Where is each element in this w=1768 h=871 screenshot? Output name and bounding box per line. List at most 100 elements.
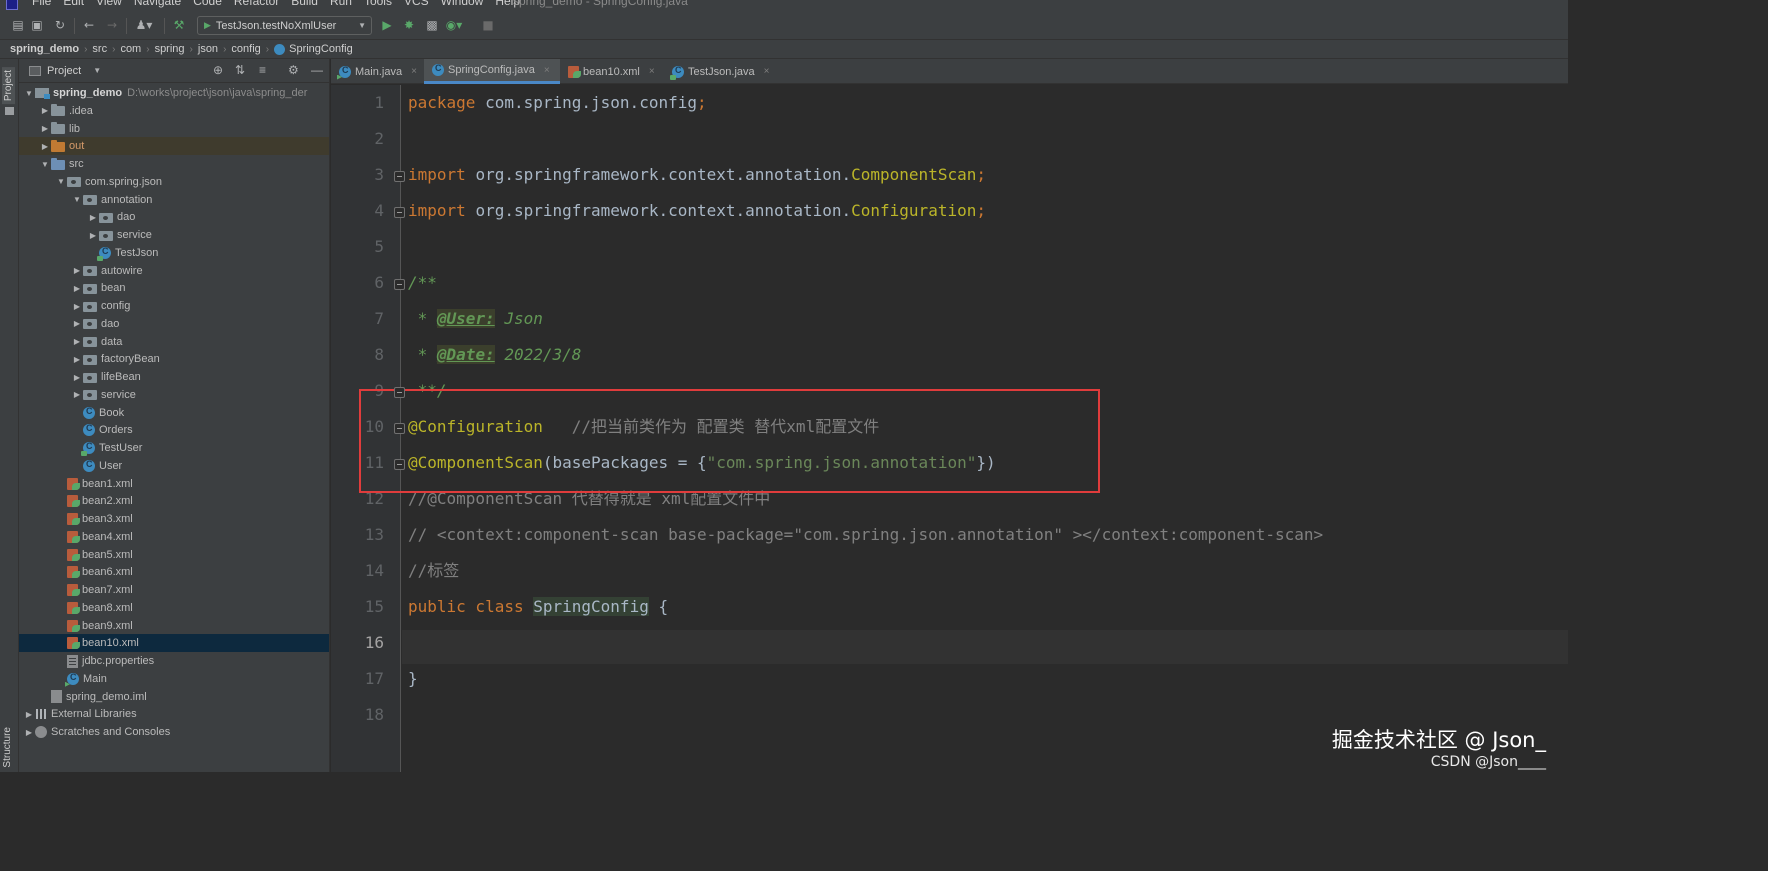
tree-item[interactable]: ▶ data [19,333,329,351]
chevron-down-icon[interactable]: ▼ [71,195,83,204]
tree-item[interactable]: ▼ com.spring.json [19,173,329,191]
tree-item[interactable]: ▶jdbc.properties [19,652,329,670]
tree-item[interactable]: ▶Orders [19,421,329,439]
tree-item[interactable]: ▶bean4.xml [19,528,329,546]
close-icon[interactable]: × [411,66,417,77]
editor-tab[interactable]: Main.java × [331,59,424,84]
run-icon[interactable]: ▶ [379,17,395,33]
back-arrow-icon[interactable]: ← [81,17,97,33]
tree-item[interactable]: ▶User [19,457,329,475]
chevron-right-icon[interactable]: ▶ [71,355,83,364]
tree-item[interactable]: ▶bean3.xml [19,510,329,528]
close-icon[interactable]: × [649,66,655,77]
save-all-icon[interactable]: ▣ [29,17,45,33]
menu-edit[interactable]: Edit [63,0,84,8]
breadcrumb-item[interactable]: src [92,43,107,55]
menu-code[interactable]: Code [193,0,222,8]
breadcrumb-item[interactable]: com [120,43,141,55]
tree-item[interactable]: ▶ .idea [19,102,329,120]
menu-vcs[interactable]: VCS [404,0,429,8]
menu-tools[interactable]: Tools [364,0,392,8]
chevron-right-icon[interactable]: ▶ [71,337,83,346]
chevron-right-icon[interactable]: ▶ [71,373,83,382]
chevron-down-icon[interactable]: ▼ [55,177,67,186]
tree-item[interactable]: ▶ config [19,297,329,315]
tree-item[interactable]: ▶bean10.xml [19,634,329,653]
tree-item[interactable]: ▶ service [19,226,329,244]
gear-icon[interactable]: ⚙ [288,63,299,77]
structure-tool-button[interactable]: Structure [2,727,13,768]
menu-file[interactable]: File [32,0,51,8]
menu-window[interactable]: Window [441,0,484,8]
chevron-right-icon[interactable]: ▶ [71,284,83,293]
tree-item[interactable]: ▶ External Libraries [19,705,329,723]
chevron-right-icon[interactable]: ▶ [71,302,83,311]
chevron-right-icon[interactable]: ▶ [87,231,99,240]
editor-tab[interactable]: SpringConfig.java × [424,59,560,84]
folder-icon[interactable] [5,107,14,115]
open-folder-icon[interactable]: ▤ [10,17,26,33]
tree-item[interactable]: ▶bean7.xml [19,581,329,599]
tree-item[interactable]: ▶spring_demo.iml [19,688,329,706]
profile-icon[interactable]: ◉▾ [446,17,463,33]
chevron-down-icon[interactable]: ▼ [23,89,35,98]
editor-tab[interactable]: TestJson.java × [664,59,770,84]
tree-item[interactable]: ▶bean2.xml [19,492,329,510]
tree-item[interactable]: ▶ lib [19,120,329,138]
tree-item[interactable]: ▶TestJson [19,244,329,262]
fold-marker-icon[interactable] [394,387,405,398]
tree-item[interactable]: ▶TestUser [19,439,329,457]
menu-run[interactable]: Run [330,0,352,8]
menu-view[interactable]: View [96,0,122,8]
tree-item[interactable]: ▶ factoryBean [19,350,329,368]
tree-item[interactable]: ▶ bean [19,279,329,297]
tree-item[interactable]: ▶ dao [19,208,329,226]
close-icon[interactable]: × [544,65,550,76]
run-configuration-selector[interactable]: ▶ TestJson.testNoXmlUser ▼ [197,16,372,35]
breadcrumb-item[interactable]: spring_demo [10,43,79,55]
chevron-down-icon[interactable]: ▼ [39,160,51,169]
tree-item[interactable]: ▶ lifeBean [19,368,329,386]
chevron-right-icon[interactable]: ▶ [39,142,51,151]
fold-marker-icon[interactable] [394,207,405,218]
chevron-right-icon[interactable]: ▶ [87,213,99,222]
tree-item[interactable]: ▼ annotation [19,191,329,209]
tree-item[interactable]: ▶Book [19,404,329,422]
breadcrumb-item[interactable]: SpringConfig [274,43,353,55]
tree-item[interactable]: ▶bean6.xml [19,563,329,581]
fold-marker-icon[interactable] [394,279,405,290]
tree-item[interactable]: ▶bean9.xml [19,617,329,635]
fold-marker-icon[interactable] [394,459,405,470]
debug-bug-icon[interactable]: ✸ [401,17,417,33]
project-tool-button[interactable]: Project [2,67,15,105]
collapse-all-icon[interactable]: ≡ [259,63,266,77]
build-hammer-icon[interactable]: ⚒ [171,17,187,33]
stop-icon[interactable]: ■ [480,17,496,33]
forward-arrow-icon[interactable]: → [104,17,120,33]
tree-item[interactable]: ▶ dao [19,315,329,333]
project-panel-title[interactable]: Project [47,65,81,77]
chevron-right-icon[interactable]: ▶ [39,106,51,115]
tree-item[interactable]: ▶bean8.xml [19,599,329,617]
tree-item[interactable]: ▶bean5.xml [19,546,329,564]
locate-target-icon[interactable]: ⊕ [213,63,223,77]
tree-item[interactable]: ▶ out [19,137,329,156]
editor-tab[interactable]: bean10.xml × [560,59,664,84]
fold-marker-icon[interactable] [394,171,405,182]
tree-item[interactable]: ▶Main [19,670,329,688]
tree-item[interactable]: ▼ spring_demo D:\works\project\json\java\s… [19,84,329,102]
chevron-right-icon[interactable]: ▶ [23,728,35,737]
chevron-right-icon[interactable]: ▶ [23,710,35,719]
breadcrumb-item[interactable]: json [198,43,218,55]
tree-item[interactable]: ▼ src [19,155,329,173]
chevron-right-icon[interactable]: ▶ [71,266,83,275]
menu-navigate[interactable]: Navigate [134,0,181,8]
tree-item[interactable]: ▶ Scratches and Consoles [19,723,329,741]
breadcrumb-item[interactable]: config [231,43,260,55]
hide-panel-icon[interactable]: — [311,63,323,77]
tree-item[interactable]: ▶bean1.xml [19,475,329,493]
chevron-down-icon[interactable]: ▼ [93,66,101,75]
close-icon[interactable]: × [764,66,770,77]
coverage-icon[interactable]: ▩ [424,17,440,33]
sync-icon[interactable]: ↻ [52,17,68,33]
